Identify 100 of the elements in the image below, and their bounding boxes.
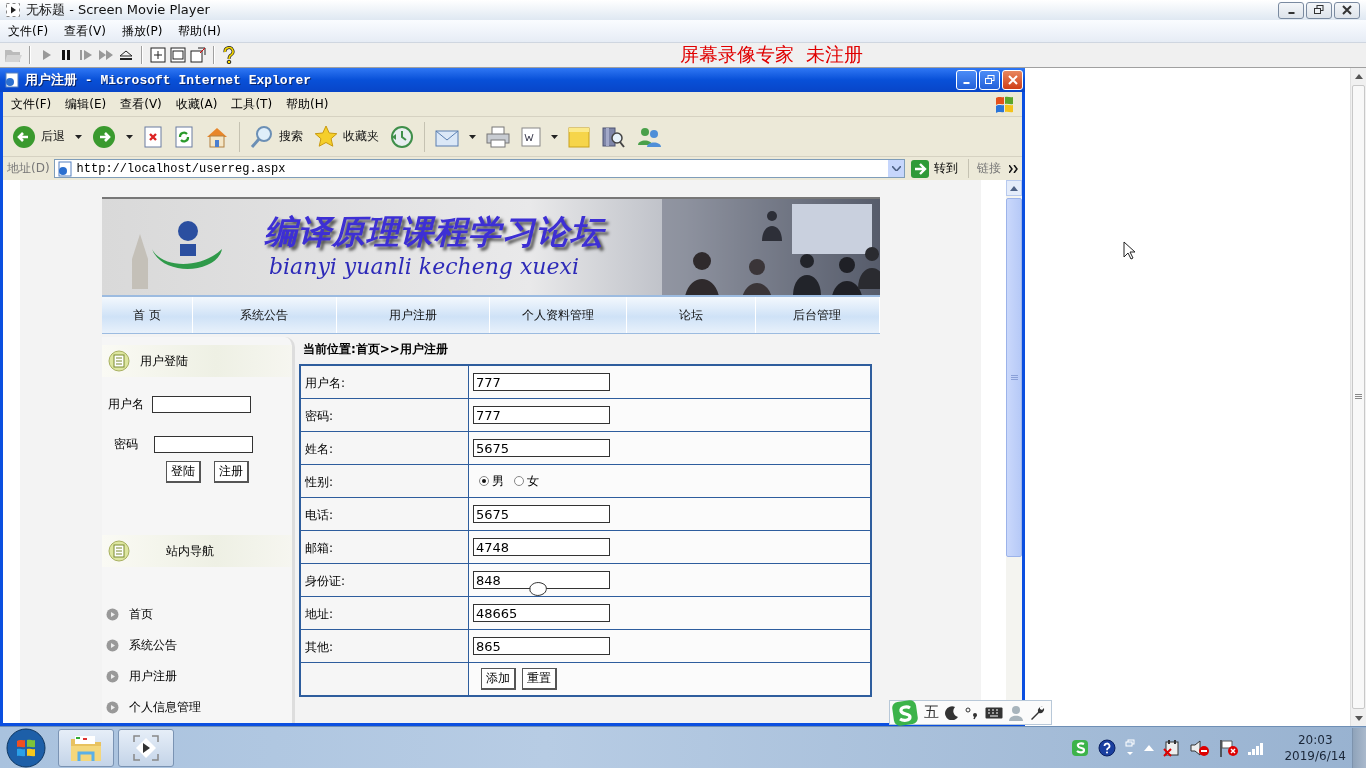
menu-item[interactable]: 文件(F): [11, 95, 52, 113]
resize-icon[interactable]: [190, 47, 206, 63]
start-orb-icon[interactable]: [6, 728, 46, 768]
input-mode[interactable]: 五: [924, 703, 939, 722]
taskbar-button[interactable]: [118, 729, 174, 767]
menu-item[interactable]: 工具(T): [231, 95, 273, 113]
flag-icon[interactable]: [1219, 739, 1240, 757]
menu-item[interactable]: 编辑(E): [65, 95, 107, 113]
window-icon[interactable]: [170, 47, 186, 63]
moon-icon[interactable]: [945, 705, 959, 720]
note-icon: [568, 125, 590, 148]
input-field[interactable]: 865: [473, 637, 610, 655]
field-label: 身份证:: [305, 574, 346, 588]
field-label: 性别:: [305, 475, 334, 489]
fit-window-icon[interactable]: [150, 47, 166, 63]
bullet-icon: [106, 701, 119, 714]
input-field[interactable]: [152, 396, 251, 413]
dropdown-icon[interactable]: [891, 166, 901, 171]
section-title: 用户登陆: [140, 352, 188, 370]
scrollbar[interactable]: [1350, 68, 1366, 726]
refresh-icon: [174, 125, 194, 148]
menu-item[interactable]: 帮助(H): [178, 22, 221, 40]
caret-icon[interactable]: [126, 134, 133, 139]
input-field[interactable]: 848: [473, 571, 610, 589]
player-app-icon: [131, 733, 161, 763]
player-app-icon: [6, 3, 20, 17]
input-field[interactable]: 5675: [473, 439, 610, 457]
minimize-icon: [1287, 12, 1295, 14]
keyboard-icon[interactable]: [985, 706, 1003, 719]
input-field[interactable]: 4748: [473, 538, 610, 556]
punctuation-icon[interactable]: [965, 705, 979, 720]
clock-time[interactable]: 20:03: [1297, 732, 1333, 748]
scroll-up-icon[interactable]: [1010, 185, 1018, 191]
address-label: 地址(D): [7, 160, 50, 177]
caret-icon[interactable]: [75, 134, 82, 139]
nav-link[interactable]: 个人资料管理: [489, 297, 627, 333]
search-button[interactable]: 搜索: [247, 122, 306, 151]
field-label: 密码: [114, 436, 138, 453]
power-icon[interactable]: [1163, 739, 1182, 757]
login-button[interactable]: 登陆: [166, 461, 201, 483]
menu-item[interactable]: 查看(V): [64, 22, 106, 40]
nav-link[interactable]: 论坛: [626, 297, 756, 333]
print-button[interactable]: [483, 123, 513, 150]
registration-notice: 屏幕录像专家 未注册: [680, 42, 864, 67]
taskbar-button[interactable]: [58, 729, 114, 767]
nav-link[interactable]: 系统公告: [129, 637, 177, 654]
book-search-icon: [601, 124, 625, 149]
scroll-down-icon[interactable]: [1354, 715, 1363, 721]
nav-link[interactable]: 用户注册: [336, 297, 490, 333]
login-button[interactable]: 注册: [214, 461, 249, 483]
menu-item[interactable]: 帮助(H): [286, 95, 329, 113]
go-button[interactable]: 转到: [909, 159, 964, 178]
favorites-button[interactable]: 收藏夹: [311, 122, 382, 151]
address-field[interactable]: http://localhost/userreg.aspx: [53, 159, 905, 178]
chevron-icon[interactable]: [1009, 164, 1018, 173]
input-field[interactable]: 5675: [473, 505, 610, 523]
s-logo-icon[interactable]: [892, 699, 918, 726]
caret-icon[interactable]: [469, 134, 476, 139]
back-icon: [12, 124, 36, 149]
menu-item[interactable]: 文件(F): [8, 22, 49, 40]
radio-button[interactable]: [514, 476, 524, 486]
field-label: 其他:: [305, 640, 334, 654]
close-icon: [1007, 75, 1018, 85]
input-field[interactable]: 777: [473, 406, 610, 424]
caret-icon[interactable]: [551, 134, 558, 139]
close-button[interactable]: [1334, 1, 1360, 19]
notes-icon: [108, 540, 130, 562]
volume-icon[interactable]: [1190, 739, 1211, 757]
input-field[interactable]: [154, 436, 253, 453]
s-logo-icon[interactable]: [1071, 739, 1090, 757]
edit-button[interactable]: [518, 124, 544, 149]
scroll-up-icon[interactable]: [1354, 73, 1363, 79]
form-button[interactable]: 添加: [481, 668, 516, 690]
star-icon: [314, 124, 338, 149]
nav-link[interactable]: 系统公告: [193, 297, 337, 333]
input-field[interactable]: 777: [473, 373, 610, 391]
nav-link[interactable]: 首 页: [102, 297, 194, 333]
input-field[interactable]: 48665: [473, 604, 610, 622]
menu-item[interactable]: 收藏(A): [175, 95, 218, 113]
page-icon: [4, 72, 20, 88]
menu-item[interactable]: 播放(P): [121, 22, 163, 40]
nav-link[interactable]: 后台管理: [755, 297, 880, 333]
help-icon[interactable]: [222, 46, 236, 64]
help-icon[interactable]: [1098, 739, 1117, 757]
nav-link[interactable]: 首页: [129, 606, 153, 623]
nav-link[interactable]: 个人信息管理: [129, 699, 201, 716]
page-icon: [56, 160, 73, 177]
minimize-button[interactable]: [1278, 1, 1304, 19]
section-title: 站内导航: [166, 542, 214, 560]
clock-date[interactable]: 2019/6/14: [1284, 748, 1346, 764]
radio-button[interactable]: [479, 476, 489, 486]
form-button[interactable]: 重置: [522, 668, 557, 690]
back-button[interactable]: 后退: [9, 122, 68, 151]
menu-item[interactable]: 查看(V): [120, 95, 162, 113]
forward-icon: [92, 124, 116, 149]
breadcrumb: 当前位置:首页>>用户注册: [303, 341, 449, 358]
restore-button[interactable]: [1306, 1, 1332, 19]
links-label[interactable]: 链接: [973, 160, 1005, 177]
banner-title: 编译原理课程学习论坛: [264, 213, 604, 251]
nav-link[interactable]: 用户注册: [129, 668, 177, 685]
